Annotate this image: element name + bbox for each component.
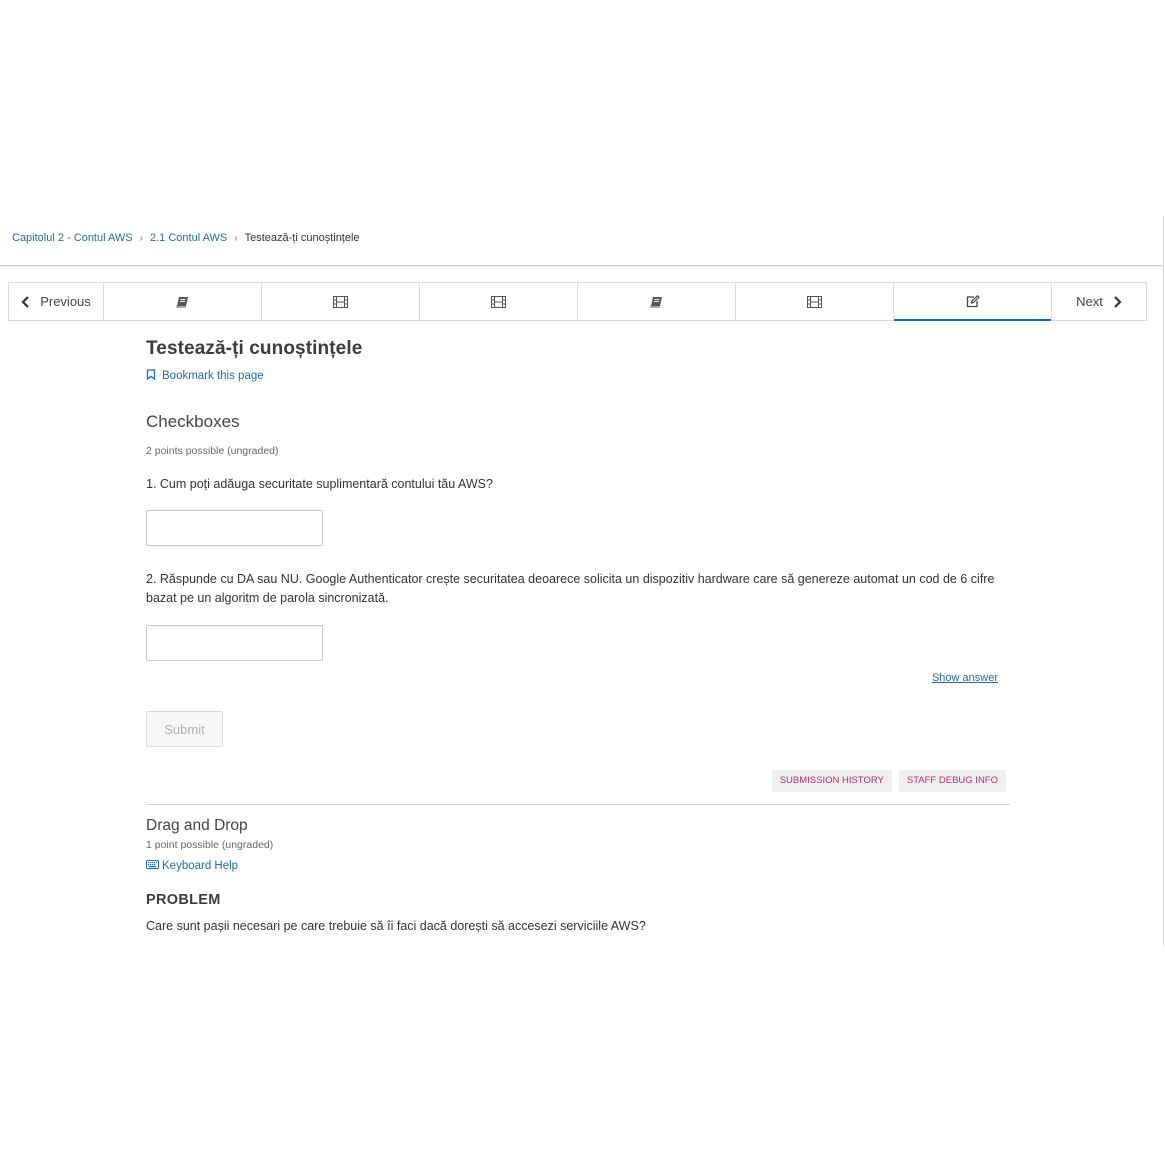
sequence-tab-3[interactable]: [420, 283, 578, 320]
keyboard-icon: [146, 860, 159, 872]
show-answer-link[interactable]: Show answer: [932, 672, 998, 684]
breadcrumb-chapter-link[interactable]: Capitolul 2 - Contul AWS: [12, 232, 133, 244]
film-icon: [807, 295, 822, 308]
sequence-navigation: Previous Next: [8, 282, 1147, 321]
header-divider: [0, 265, 1163, 266]
breadcrumb-separator: ›: [234, 232, 238, 244]
drag-drop-title: Drag and Drop: [146, 817, 248, 834]
previous-button[interactable]: Previous: [9, 283, 104, 320]
problem-points: 2 points possible (ungraded): [146, 445, 279, 457]
submit-button[interactable]: Submit: [146, 711, 223, 747]
question-2-text: 2. Răspunde cu DA sau NU. Google Authent…: [146, 572, 995, 605]
sequence-tab-4[interactable]: [578, 283, 736, 320]
page: Capitolul 2 - Contul AWS › 2.1 Contul AW…: [0, 0, 1165, 1165]
problem-section-label: PROBLEM: [146, 892, 221, 908]
next-label: Next: [1076, 294, 1103, 309]
submission-history-button[interactable]: SUBMISSION HISTORY: [771, 770, 892, 792]
bookmark-icon: [146, 369, 156, 383]
film-icon: [333, 295, 348, 308]
content-right-border: [1163, 216, 1164, 946]
answer-1-input[interactable]: [146, 510, 323, 546]
keyboard-help-link[interactable]: Keyboard Help: [146, 860, 238, 872]
sequence-tab-2[interactable]: [262, 283, 420, 320]
book-icon: [176, 296, 189, 308]
drag-drop-question: Care sunt pașii necesari pe care trebuie…: [146, 919, 646, 933]
sequence-tab-5[interactable]: [736, 283, 894, 320]
question-1-text: 1. Cum poți adăuga securitate suplimenta…: [146, 477, 493, 491]
bookmark-label: Bookmark this page: [162, 370, 264, 382]
edit-icon: [966, 295, 980, 308]
staff-debug-info-button[interactable]: STAFF DEBUG INFO: [898, 770, 1006, 792]
answer-2-input[interactable]: [146, 625, 323, 661]
chevron-left-icon: [21, 295, 30, 308]
breadcrumb-current: Testează-ți cunoștințele: [244, 232, 360, 244]
breadcrumb: Capitolul 2 - Contul AWS › 2.1 Contul AW…: [12, 232, 360, 244]
breadcrumb-section-link[interactable]: 2.1 Contul AWS: [150, 232, 227, 244]
keyboard-help-label: Keyboard Help: [162, 860, 239, 872]
drag-drop-points: 1 point possible (ungraded): [146, 839, 274, 851]
book-icon: [650, 296, 663, 308]
chevron-right-icon: [1113, 295, 1122, 308]
staff-tools: SUBMISSION HISTORY STAFF DEBUG INFO: [771, 770, 1006, 792]
breadcrumb-separator: ›: [139, 232, 143, 244]
film-icon: [491, 295, 506, 308]
sequence-tab-1[interactable]: [104, 283, 262, 320]
next-button[interactable]: Next: [1052, 283, 1146, 320]
previous-label: Previous: [40, 294, 91, 309]
problem-divider: [146, 804, 1010, 805]
unit-title: Testează-ți cunoștințele: [146, 338, 363, 359]
unit-content: Testează-ți cunoștințele Bookmark this p…: [146, 338, 1010, 933]
problem-title: Checkboxes: [146, 412, 240, 431]
sequence-tab-6[interactable]: [894, 283, 1052, 321]
bookmark-button[interactable]: Bookmark this page: [146, 369, 264, 383]
